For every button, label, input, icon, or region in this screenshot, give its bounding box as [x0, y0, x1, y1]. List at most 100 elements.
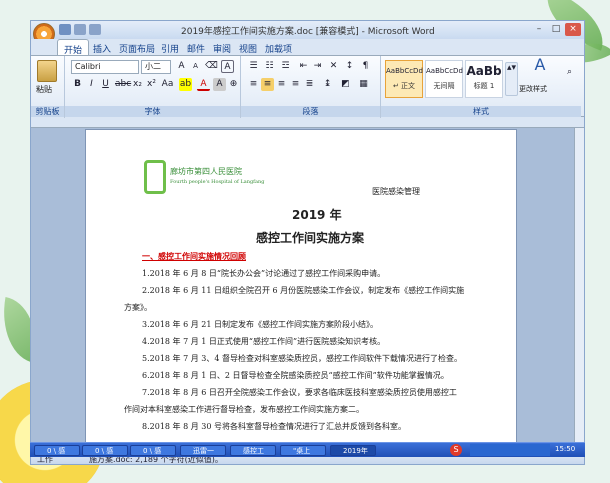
font-group-label: 字体: [65, 106, 240, 117]
subscript-icon[interactable]: x₂: [131, 78, 144, 91]
document-area: 廊坊市第四人民医院 Fourth people's Hospital of La…: [31, 118, 584, 453]
body-line: 作间对本科室感染工作进行督导检查，发布感控工作间实施方案二。: [124, 405, 364, 414]
justify-icon[interactable]: ≡: [289, 78, 302, 91]
paste-label[interactable]: 粘贴: [36, 84, 52, 95]
borders-icon[interactable]: ▦: [357, 78, 370, 91]
distributed-icon[interactable]: ≣: [303, 78, 316, 91]
taskbar-item[interactable]: 2019年: [330, 445, 376, 456]
ime-icon[interactable]: S: [450, 444, 462, 456]
body-line: 2.2018 年 6 月 11 日组织全院召开 6 月份医院感染工作会议，制定发…: [142, 286, 465, 295]
hospital-subname: Fourth people's Hospital of Langfang: [170, 179, 265, 185]
sort-icon[interactable]: ↕: [343, 60, 356, 73]
style-preview: AaBb: [466, 64, 502, 78]
minimize-button[interactable]: –: [531, 23, 547, 36]
clock: 15:50: [555, 445, 576, 453]
numbering-icon[interactable]: ☷: [263, 60, 276, 73]
year-title: 2019 年: [292, 208, 342, 222]
align-left-icon[interactable]: ≡: [247, 78, 260, 91]
style-preview: AaBbCcDd: [386, 67, 423, 75]
bold-icon[interactable]: B: [71, 78, 84, 91]
asian-layout-icon[interactable]: ✕: [327, 60, 340, 73]
style-heading-1[interactable]: AaBb 标题 1: [465, 60, 503, 98]
shading-icon[interactable]: ◩: [339, 78, 352, 91]
underline-icon[interactable]: U: [99, 78, 112, 91]
title-bar: 2019年感控工作间实施方案.doc [兼容模式] - Microsoft Wo…: [31, 21, 584, 45]
ruler: [31, 118, 584, 128]
redo-icon[interactable]: [89, 24, 101, 35]
style-preview: AaBbCcDd: [426, 67, 463, 75]
superscript-icon[interactable]: x²: [145, 78, 158, 91]
main-title: 感控工作间实施方案: [256, 231, 365, 245]
font-size-select[interactable]: 小二: [141, 60, 171, 74]
document-page[interactable]: 廊坊市第四人民医院 Fourth people's Hospital of La…: [85, 129, 517, 453]
vertical-scrollbar[interactable]: [574, 128, 584, 453]
style-name: 标题 1: [473, 82, 495, 90]
body-line: 4.2018 年 7 月 1 日正式使用“感控工作间”进行医院感染知识考核。: [142, 337, 386, 346]
tab-page-layout[interactable]: 页面布局: [113, 41, 161, 56]
grow-font-icon[interactable]: A: [175, 60, 188, 73]
align-center-icon[interactable]: ≡: [261, 78, 274, 91]
body-line: 方案》。: [124, 303, 152, 312]
save-icon[interactable]: [59, 24, 71, 35]
multilevel-list-icon[interactable]: ☲: [279, 60, 292, 73]
style-normal[interactable]: AaBbCcDd ↵ 正文: [385, 60, 423, 98]
clipboard-group: 粘贴 剪贴板: [31, 56, 65, 118]
window-title: 2019年感控工作间实施方案.doc [兼容模式] - Microsoft Wo…: [181, 27, 435, 37]
taskbar-item[interactable]: 0 \ 感: [34, 445, 80, 456]
strikethrough-icon[interactable]: abc: [115, 78, 131, 91]
body-line: 5.2018 年 7 月 3、4 督导检查对科室感染质控员，感控工作间软件下载情…: [142, 354, 462, 363]
italic-icon[interactable]: I: [85, 78, 98, 91]
char-border-icon[interactable]: A: [221, 60, 234, 73]
close-button[interactable]: ×: [565, 23, 581, 36]
section-heading: 一、感控工作间实施情况回顾: [142, 251, 246, 261]
style-no-spacing[interactable]: AaBbCcDd 无间隔: [425, 60, 463, 98]
paragraph-group: ☰ ☷ ☲ ⇤ ⇥ ✕ ↕ ¶ ≡ ≡ ≡ ≡ ≣ ↨ ◩ ▦ 段落: [241, 56, 381, 118]
word-window: 2019年感控工作间实施方案.doc [兼容模式] - Microsoft Wo…: [30, 20, 585, 465]
font-group: Calibri 小二 A A ⌫ A B I U abc x₂ x² Aa ab…: [65, 56, 241, 118]
styles-group: AaBbCcDd ↵ 正文 AaBbCcDd 无间隔 AaBb 标题 1 ▴▾ …: [381, 56, 581, 118]
enclose-char-icon[interactable]: ⊕: [227, 78, 240, 91]
taskbar: 0 \ 感 0 \ 感 0 \ 感 迅雷一 感控工 "桌上 2019年 S 15…: [30, 442, 585, 457]
body-line: 8.2018 年 8 月 30 号将各科室督导检查情况进行了汇总并反馈到各科室。: [142, 422, 406, 431]
change-styles-label[interactable]: 更改样式: [519, 84, 547, 94]
increase-indent-icon[interactable]: ⇥: [311, 60, 324, 73]
bullets-icon[interactable]: ☰: [247, 60, 260, 73]
clear-format-icon[interactable]: ⌫: [205, 60, 218, 73]
undo-icon[interactable]: [74, 24, 86, 35]
body-line: 3.2018 年 6 月 21 日制定发布《感控工作间实施方案阶段小结》。: [142, 320, 378, 329]
paragraph-group-label: 段落: [241, 106, 380, 117]
change-styles-icon[interactable]: A: [529, 57, 551, 78]
body-line: 1.2018 年 6 月 8 日“院长办公会”讨论通过了感控工作间采购申请。: [142, 269, 386, 278]
styles-scroll-icon[interactable]: ▴▾: [505, 62, 518, 96]
taskbar-item[interactable]: 迅雷一: [180, 445, 226, 456]
style-name: 无间隔: [433, 82, 455, 90]
style-name: ↵ 正文: [392, 82, 416, 90]
hospital-logo-icon: [144, 160, 166, 194]
body-line: 6.2018 年 8 月 1 日、2 日督导检查全院感染质控员“感控工作间”软件…: [142, 371, 449, 380]
taskbar-item[interactable]: 感控工: [230, 445, 276, 456]
taskbar-item[interactable]: 0 \ 感: [82, 445, 128, 456]
hospital-name: 廊坊市第四人民医院: [170, 167, 242, 176]
char-shading-icon[interactable]: A: [213, 78, 226, 91]
edit-icon[interactable]: ⌕: [563, 66, 576, 79]
ribbon: 粘贴 剪贴板 Calibri 小二 A A ⌫ A B I U abc x₂ x…: [31, 55, 584, 118]
taskbar-item[interactable]: 0 \ 感: [130, 445, 176, 456]
ribbon-tabs: 开始 插入 页面布局 引用 邮件 审阅 视图 加载项: [31, 39, 584, 57]
taskbar-item[interactable]: "桌上: [280, 445, 326, 456]
align-right-icon[interactable]: ≡: [275, 78, 288, 91]
shrink-font-icon[interactable]: A: [189, 60, 202, 73]
maximize-button[interactable]: □: [548, 23, 564, 36]
decrease-indent-icon[interactable]: ⇤: [297, 60, 310, 73]
highlight-icon[interactable]: ab: [179, 78, 192, 91]
system-tray: [470, 444, 550, 456]
font-name-select[interactable]: Calibri: [71, 60, 139, 74]
body-line: 7.2018 年 8 月 6 日召开全院感染工作会议，要求各临床医技科室感染质控…: [142, 388, 457, 397]
line-spacing-icon[interactable]: ↨: [321, 78, 334, 91]
change-case-icon[interactable]: Aa: [161, 78, 174, 91]
tab-addins[interactable]: 加载项: [259, 41, 298, 56]
clipboard-group-label: 剪贴板: [31, 106, 64, 117]
paste-icon[interactable]: [37, 60, 57, 82]
styles-group-label: 样式: [381, 106, 581, 117]
show-marks-icon[interactable]: ¶: [359, 60, 372, 73]
font-color-icon[interactable]: A: [197, 78, 210, 91]
